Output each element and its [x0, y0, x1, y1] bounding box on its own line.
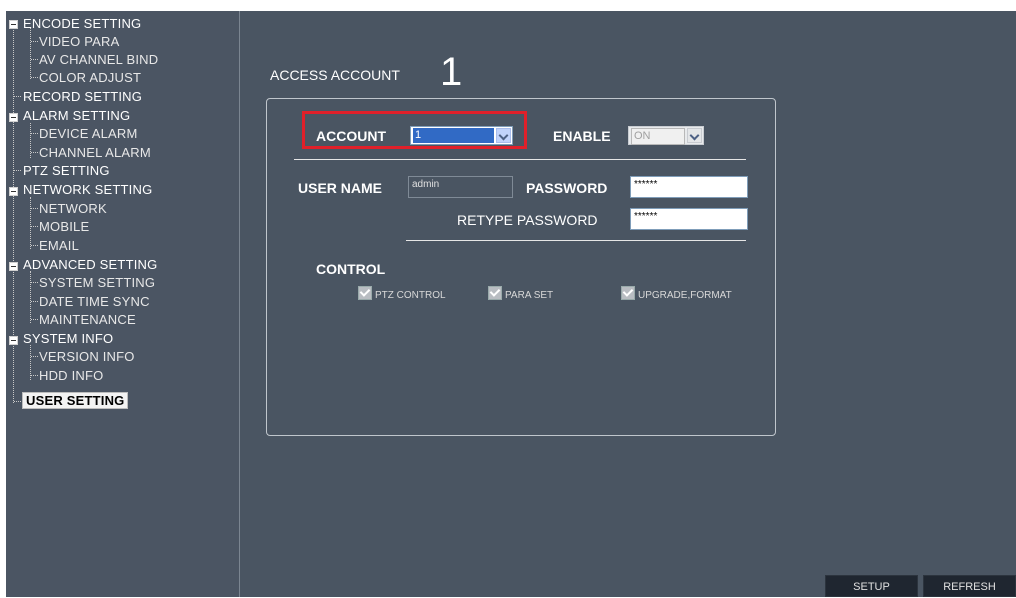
divider — [406, 240, 746, 241]
upgrade-format-label: UPGRADE,FORMAT — [638, 290, 732, 301]
tree-item-channel-alarm[interactable]: CHANNEL ALARM — [39, 145, 151, 160]
setup-button[interactable]: SETUP — [825, 575, 918, 597]
tree-item-alarm-setting[interactable]: ALARM SETTING — [23, 108, 130, 123]
password-field[interactable]: ****** — [630, 176, 748, 198]
para-set-checkbox[interactable]: PARA SET — [488, 286, 553, 301]
enable-label: ENABLE — [553, 128, 611, 144]
tree-item-ptz-setting[interactable]: PTZ SETTING — [23, 163, 110, 178]
tree-item-hdd-info[interactable]: HDD INFO — [39, 368, 103, 383]
tree-item-encode-setting[interactable]: ENCODE SETTING — [23, 16, 141, 31]
tree-connector — [31, 77, 38, 78]
tree-item-device-alarm[interactable]: DEVICE ALARM — [39, 126, 138, 141]
tree-connector — [31, 245, 38, 246]
tree-connector — [14, 96, 21, 97]
tree-connector — [13, 23, 14, 403]
annotation-number: 1 — [440, 50, 463, 94]
collapse-icon[interactable] — [9, 336, 18, 345]
tree-item-email[interactable]: EMAIL — [39, 238, 79, 253]
tree-item-video-para[interactable]: VIDEO PARA — [39, 34, 120, 49]
tree-connector — [31, 133, 38, 134]
tree-item-maintenance[interactable]: MAINTENANCE — [39, 312, 136, 327]
retype-password-label: RETYPE PASSWORD — [457, 212, 598, 228]
divider — [294, 159, 746, 160]
password-label: PASSWORD — [526, 180, 608, 196]
tree-item-network[interactable]: NETWORK — [39, 201, 107, 216]
retype-password-field[interactable]: ****** — [630, 208, 748, 230]
user-name-field[interactable]: admin — [408, 176, 513, 198]
collapse-icon[interactable] — [9, 187, 18, 196]
section-title: ACCESS ACCOUNT — [270, 67, 400, 83]
tree-connector — [31, 356, 38, 357]
tree-connector — [31, 41, 38, 42]
tree-connector — [30, 27, 31, 79]
checkbox-icon — [488, 286, 502, 300]
tree-item-date-time-sync[interactable]: DATE TIME SYNC — [39, 294, 150, 309]
tree-connector — [31, 226, 38, 227]
highlight-box — [302, 111, 527, 149]
checkbox-icon — [621, 286, 635, 300]
collapse-icon[interactable] — [9, 113, 18, 122]
collapse-icon[interactable] — [9, 262, 18, 271]
tree-connector — [31, 301, 38, 302]
tree-connector — [31, 282, 38, 283]
tree-connector — [31, 208, 38, 209]
para-set-label: PARA SET — [505, 290, 554, 301]
checkbox-icon — [358, 286, 372, 300]
tree-connector — [30, 197, 31, 249]
tree-connector — [14, 401, 21, 402]
tree-item-system-setting[interactable]: SYSTEM SETTING — [39, 275, 155, 290]
tree-connector — [31, 375, 38, 376]
tree-item-color-adjust[interactable]: COLOR ADJUST — [39, 70, 141, 85]
enable-select[interactable]: ON — [628, 126, 704, 145]
tree-item-network-setting[interactable]: NETWORK SETTING — [23, 182, 152, 197]
tree-item-record-setting[interactable]: RECORD SETTING — [23, 89, 142, 104]
tree-item-user-setting[interactable]: USER SETTING — [22, 392, 129, 409]
tree-connector — [30, 271, 31, 323]
settings-tree: ENCODE SETTING VIDEO PARA AV CHANNEL BIN… — [6, 11, 240, 597]
chevron-down-icon[interactable] — [687, 128, 702, 143]
ptz-control-checkbox[interactable]: PTZ CONTROL — [358, 286, 446, 301]
tree-connector — [31, 319, 38, 320]
tree-item-system-info[interactable]: SYSTEM INFO — [23, 331, 113, 346]
ptz-control-label: PTZ CONTROL — [375, 290, 446, 301]
refresh-button[interactable]: REFRESH — [923, 575, 1016, 597]
user-name-label: USER NAME — [298, 180, 383, 196]
tree-item-av-channel-bind[interactable]: AV CHANNEL BIND — [39, 52, 158, 67]
enable-value: ON — [631, 128, 685, 145]
collapse-icon[interactable] — [9, 20, 18, 29]
upgrade-format-checkbox[interactable]: UPGRADE,FORMAT — [621, 286, 732, 301]
tree-item-advanced-setting[interactable]: ADVANCED SETTING — [23, 257, 157, 272]
tree-connector — [31, 59, 38, 60]
tree-connector — [31, 152, 38, 153]
tree-item-version-info[interactable]: VERSION INFO — [39, 349, 135, 364]
tree-connector — [14, 170, 21, 171]
control-label: CONTROL — [316, 261, 386, 277]
tree-item-mobile[interactable]: MOBILE — [39, 219, 89, 234]
